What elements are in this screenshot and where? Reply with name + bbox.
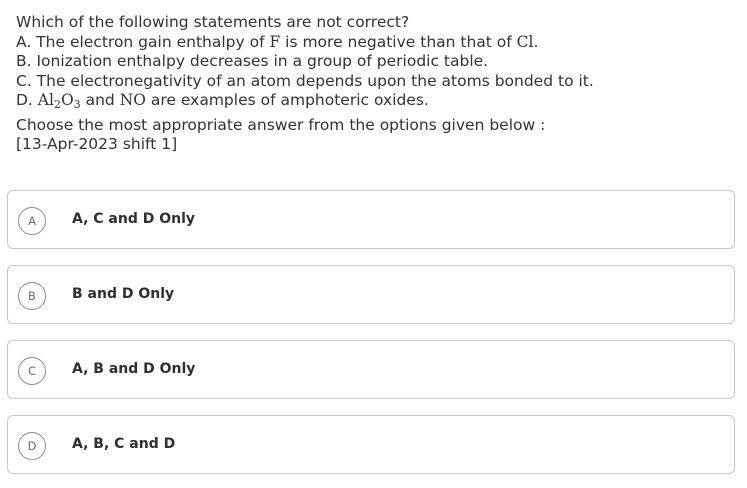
- statement-d: D. Al2O3 and NO are examples of amphoter…: [16, 91, 736, 111]
- oxygen-symbol: O: [60, 91, 74, 109]
- option-a-text: A, C and D Only: [72, 211, 196, 227]
- option-b-badge: B: [18, 282, 46, 310]
- statement-a-suffix: .: [533, 32, 539, 51]
- option-d[interactable]: D A, B, C and D: [7, 415, 735, 474]
- question-text: Which of the following statements are no…: [16, 13, 736, 155]
- statement-d-and: and: [80, 91, 120, 109]
- option-d-text: A, B, C and D: [72, 436, 176, 452]
- option-a[interactable]: A A, C and D Only: [7, 190, 735, 249]
- statement-b: B. Ionization enthalpy decreases in a gr…: [16, 52, 489, 70]
- option-b[interactable]: B B and D Only: [7, 265, 735, 324]
- question-intro: Which of the following statements are no…: [16, 13, 410, 31]
- statement-a: A. The electron gain enthalpy of F is mo…: [16, 33, 736, 53]
- option-a-badge: A: [18, 207, 46, 235]
- option-d-badge: D: [18, 432, 46, 460]
- statement-c: C. The electronegativity of an atom depe…: [16, 71, 594, 90]
- question-prompt: Choose the most appropriate answer from …: [16, 115, 546, 134]
- alumina-formula: Al2O3: [37, 91, 81, 111]
- option-c[interactable]: C A, B and D Only: [7, 340, 735, 399]
- option-c-text: A, B and D Only: [72, 361, 196, 377]
- subscript-2: 2: [53, 98, 61, 111]
- statement-d-prefix: D.: [16, 91, 38, 109]
- option-c-badge: C: [18, 357, 46, 385]
- aluminium-symbol: Al: [37, 91, 54, 109]
- statement-a-prefix: A. The electron gain enthalpy of: [16, 32, 270, 51]
- question-source: [13-Apr-2023 shift 1]: [16, 135, 178, 153]
- nitric-oxide-formula: NO: [119, 91, 146, 109]
- chlorine-symbol: Cl: [516, 32, 534, 51]
- fluorine-symbol: F: [269, 32, 281, 51]
- statement-d-suffix: are examples of amphoteric oxides.: [145, 91, 429, 109]
- subscript-3: 3: [73, 98, 81, 111]
- option-b-text: B and D Only: [72, 286, 175, 302]
- statement-a-middle: is more negative than that of: [280, 32, 517, 51]
